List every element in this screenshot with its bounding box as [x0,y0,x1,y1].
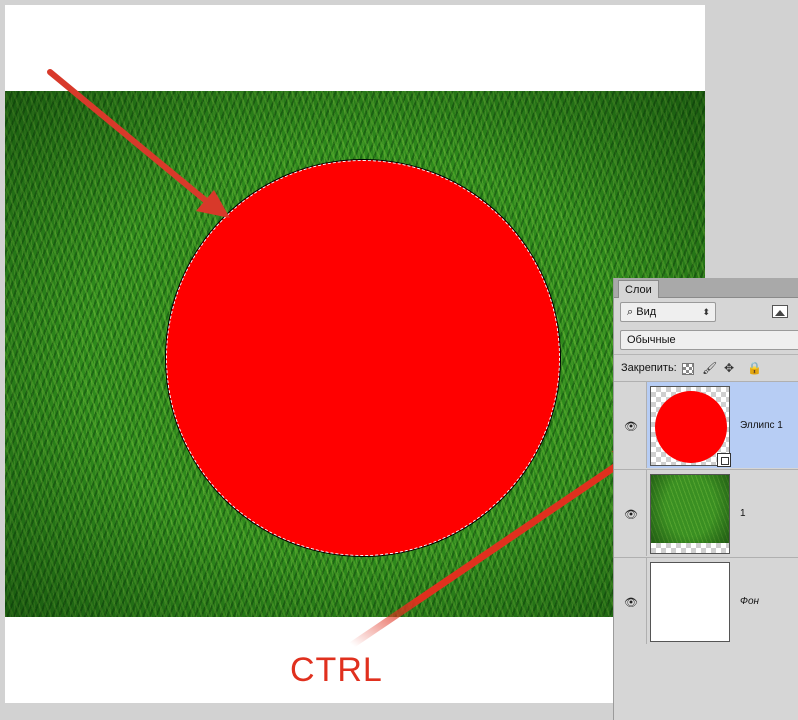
layer-thumbnail-ellipse[interactable] [650,386,731,467]
image-filter-icon[interactable] [772,305,788,318]
eye-icon[interactable]: 👁 [624,420,638,433]
layers-panel: Слои ⌕ Вид ⬍ Обычные Закрепить: 🖌 ✥ 🔒 👁 … [613,278,798,720]
layer-row-ellipse[interactable]: 👁 Эллипс 1 [614,381,798,468]
panel-tab-bar: Слои [614,278,798,298]
layer-row-background[interactable]: 👁 Фон [614,557,798,644]
lock-row: Закрепить: 🖌 ✥ 🔒 [614,354,798,380]
lock-pixels-icon[interactable] [682,363,694,375]
brush-icon[interactable]: 🖌 [702,361,717,375]
grass-photo-layer [5,91,705,617]
layer-name[interactable]: Эллипс 1 [740,420,783,431]
updown-icon: ⬍ [702,307,710,317]
search-icon: ⌕ [627,306,634,318]
layer-name[interactable]: 1 [740,508,746,519]
eye-icon[interactable]: 👁 [624,508,638,521]
ctrl-key-label: CTRL [290,651,383,689]
filter-label: Вид [636,306,657,318]
tab-layers[interactable]: Слои [618,280,659,298]
eye-icon[interactable]: 👁 [624,596,638,609]
layer-thumbnail-background[interactable] [650,562,730,642]
move-icon[interactable]: ✥ [724,361,734,375]
transparency-strip [651,543,729,553]
red-ellipse-shape[interactable] [166,160,560,556]
layer-row-1[interactable]: 👁 1 [614,469,798,556]
layer-name[interactable]: Фон [740,596,759,607]
vector-shape-icon [717,453,731,467]
document-canvas[interactable] [5,5,705,703]
layer-filter-select[interactable]: ⌕ Вид ⬍ [620,302,716,322]
lock-icon[interactable]: 🔒 [747,361,762,375]
blend-mode-select[interactable]: Обычные [620,330,798,350]
lock-label: Закрепить: [621,362,677,374]
blend-mode-label: Обычные [627,334,676,346]
layer-thumbnail-grass[interactable] [650,474,730,554]
